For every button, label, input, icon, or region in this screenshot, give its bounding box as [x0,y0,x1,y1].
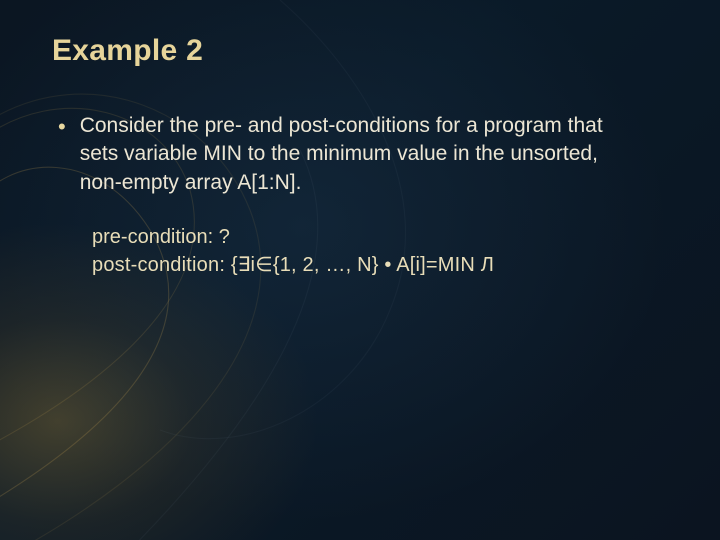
slide-title: Example 2 [52,34,668,68]
bullet-item: • Consider the pre- and post-conditions … [58,112,668,197]
precondition-line: pre-condition: ? [92,223,668,251]
postcondition-line: post-condition: {∃i∈{1, 2, …, N} • A[i]=… [92,251,668,279]
slide-content: Example 2 • Consider the pre- and post-c… [0,0,720,280]
bullet-marker: • [58,112,66,197]
conditions-block: pre-condition: ? post-condition: {∃i∈{1,… [92,223,668,280]
bullet-text: Consider the pre- and post-conditions fo… [80,112,640,197]
